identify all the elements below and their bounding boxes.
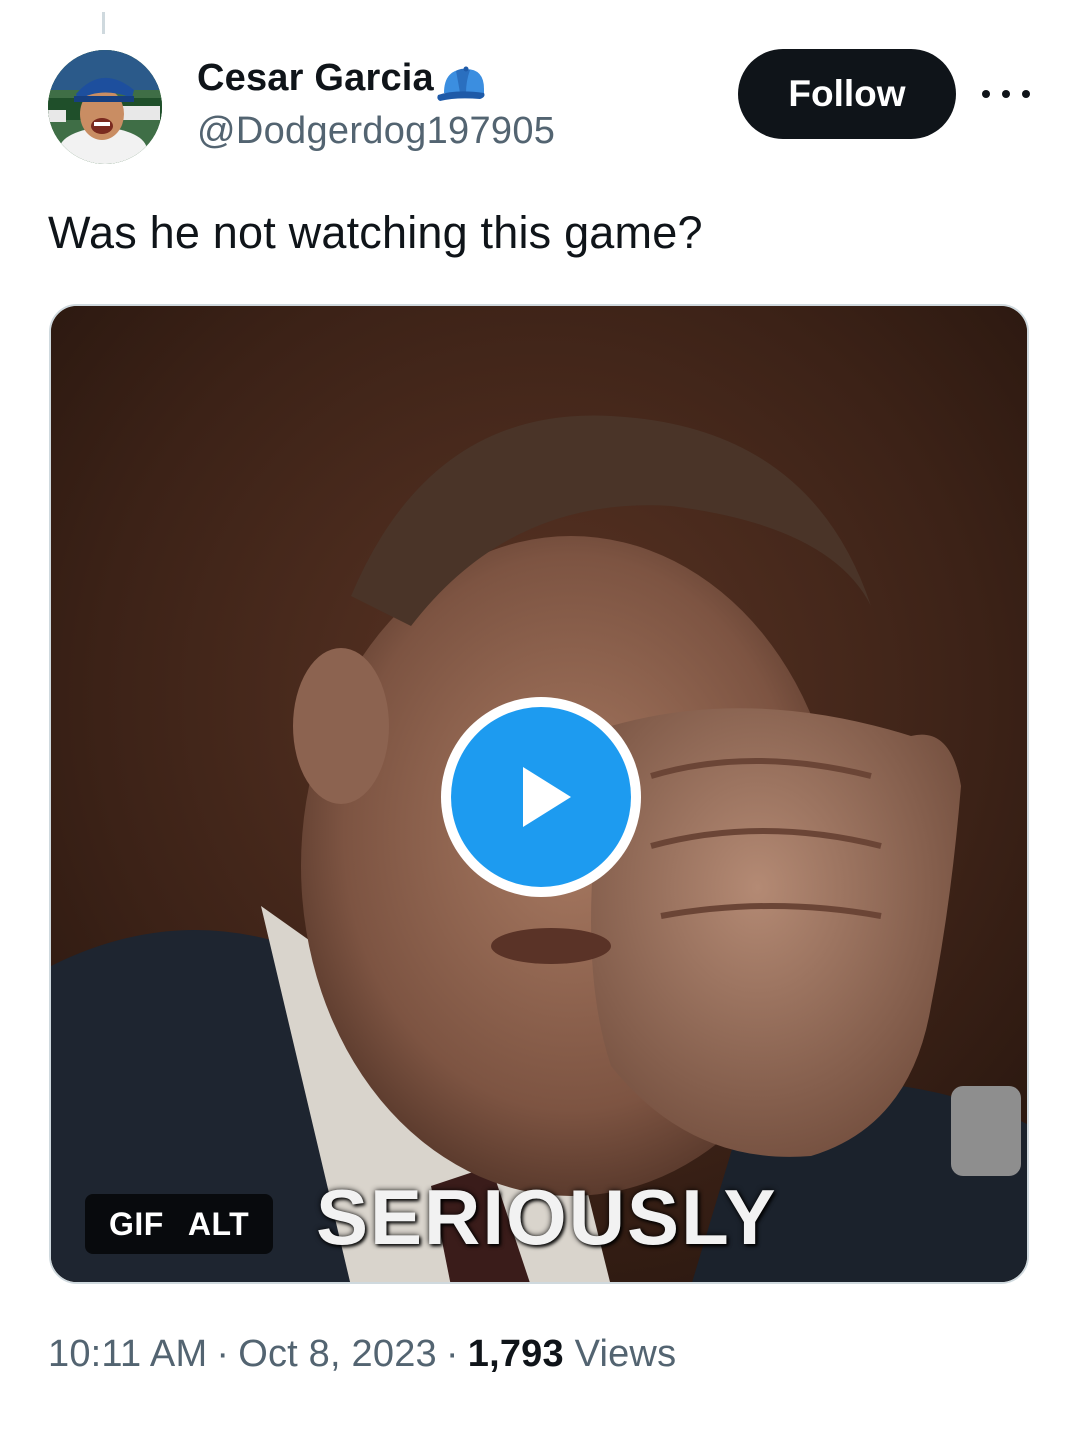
meta-separator: ·	[216, 1333, 230, 1375]
meta-separator: ·	[445, 1333, 459, 1375]
author-handle[interactable]: @Dodgerdog197905	[197, 110, 555, 153]
alt-badge[interactable]: ALT	[176, 1206, 261, 1243]
tweet-date[interactable]: Oct 8, 2023	[238, 1333, 437, 1375]
avatar-image	[48, 50, 162, 164]
more-dot	[982, 90, 990, 98]
tweet-page: Cesar Garcia @Dodgerdog197905 Follow Was…	[0, 0, 1080, 1429]
more-dot	[1022, 90, 1030, 98]
tweet-time[interactable]: 10:11 AM	[48, 1333, 207, 1375]
thread-connector-line	[102, 12, 105, 34]
views-label: Views	[574, 1333, 677, 1375]
display-name-row: Cesar Garcia	[197, 50, 555, 106]
views-count: 1,793	[467, 1333, 564, 1375]
follow-button[interactable]: Follow	[738, 49, 956, 139]
tweet-text: Was he not watching this game?	[48, 207, 703, 258]
gif-badge: GIF	[109, 1205, 164, 1242]
gif-media[interactable]: GIF ALT SERIOUSLY	[49, 304, 1029, 1284]
media-badges: GIF ALT	[85, 1194, 274, 1254]
more-dot	[1002, 90, 1010, 98]
more-dots-icon[interactable]	[982, 80, 1030, 108]
display-name[interactable]: Cesar Garcia	[197, 57, 434, 100]
avatar[interactable]	[48, 50, 162, 164]
tweet-meta: 10:11 AM · Oct 8, 2023 · 1,793 Views	[48, 1333, 676, 1376]
gif-caption: SERIOUSLY	[316, 1173, 778, 1261]
baseball-cap-icon	[436, 63, 492, 103]
author-info: Cesar Garcia @Dodgerdog197905	[197, 50, 555, 153]
play-button[interactable]	[441, 697, 641, 897]
play-icon	[451, 707, 631, 887]
